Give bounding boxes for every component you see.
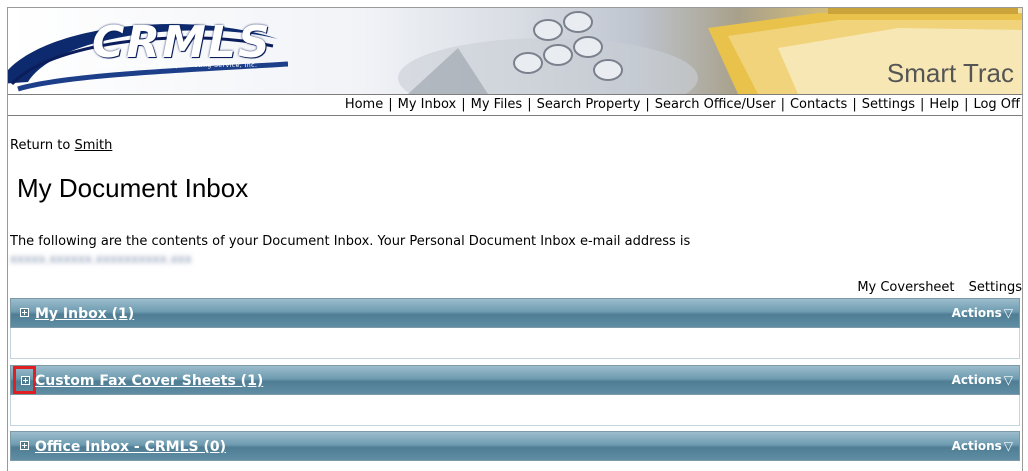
actions-dropdown[interactable]: Actions ▽ xyxy=(952,306,1013,320)
product-name: Smart Trac xyxy=(886,58,1014,88)
intro-text: The following are the contents of your D… xyxy=(10,234,691,249)
triangle-down-icon: ▽ xyxy=(1003,306,1013,320)
nav-separator: | xyxy=(780,97,785,112)
page-title: My Document Inbox xyxy=(17,173,249,203)
nav-item-search-property[interactable]: Search Property xyxy=(537,97,641,112)
panel-body-my-inbox xyxy=(10,328,1020,359)
nav-separator: | xyxy=(920,97,925,112)
nav-item-log-off[interactable]: Log Off xyxy=(973,97,1020,112)
expand-plus-icon[interactable] xyxy=(21,376,30,385)
nav-separator: | xyxy=(388,97,393,112)
nav-item-my-files[interactable]: My Files xyxy=(471,97,523,112)
nav-separator: | xyxy=(645,97,650,112)
triangle-down-icon: ▽ xyxy=(1003,373,1013,387)
nav-separator: | xyxy=(527,97,532,112)
actions-dropdown[interactable]: Actions ▽ xyxy=(952,439,1013,453)
logo-subtitle: California Regional Multiple Listing Ser… xyxy=(90,62,258,69)
nav-separator: | xyxy=(461,97,466,112)
nav-item-search-office-user[interactable]: Search Office/User xyxy=(655,97,776,112)
panel-label[interactable]: My Inbox (1) xyxy=(35,306,134,322)
email-address-redacted: xxxxx.xxxxxx.xxxxxxxxxx.xxx xyxy=(10,252,192,266)
panel-office-inbox[interactable]: Office Inbox - CRMLS (0) Actions ▽ xyxy=(10,431,1020,461)
nav-item-my-inbox[interactable]: My Inbox xyxy=(398,97,457,112)
nav-item-contacts[interactable]: Contacts xyxy=(790,97,847,112)
expand-plus-icon[interactable] xyxy=(20,441,29,450)
header-banner: CRMLS California Regional Multiple Listi… xyxy=(8,8,1022,94)
actions-dropdown[interactable]: Actions ▽ xyxy=(952,373,1013,387)
triangle-down-icon: ▽ xyxy=(1003,439,1013,453)
nav-separator: | xyxy=(852,97,857,112)
nav-separator: | xyxy=(964,97,969,112)
expand-plus-icon[interactable] xyxy=(20,308,29,317)
return-line: Return to Smith xyxy=(10,138,112,153)
panel-custom-fax-cover-sheets[interactable]: Custom Fax Cover Sheets (1) Actions ▽ xyxy=(10,365,1020,395)
highlight-box xyxy=(13,366,36,394)
panel-body-custom-fax xyxy=(10,395,1020,426)
return-link-smith[interactable]: Smith xyxy=(74,138,112,153)
panel-label[interactable]: Office Inbox - CRMLS (0) xyxy=(35,439,226,455)
phone-keypad-image xyxy=(398,11,698,94)
app-frame: CRMLS California Regional Multiple Listi… xyxy=(7,7,1023,471)
my-coversheet-link[interactable]: My Coversheet xyxy=(857,280,954,295)
nav-item-settings[interactable]: Settings xyxy=(862,97,915,112)
logo-wordmark: CRMLS xyxy=(92,17,272,68)
right-links: My Coversheet Settings xyxy=(847,280,1022,295)
panel-label[interactable]: Custom Fax Cover Sheets (1) xyxy=(35,373,263,389)
top-nav: Home | My Inbox | My Files | Search Property | S… xyxy=(8,94,1022,116)
panel-my-inbox[interactable]: My Inbox (1) Actions ▽ xyxy=(10,298,1020,328)
settings-link[interactable]: Settings xyxy=(969,280,1022,295)
nav-item-help[interactable]: Help xyxy=(929,97,959,112)
nav-item-home[interactable]: Home xyxy=(345,97,383,112)
return-prefix: Return to xyxy=(10,138,71,153)
